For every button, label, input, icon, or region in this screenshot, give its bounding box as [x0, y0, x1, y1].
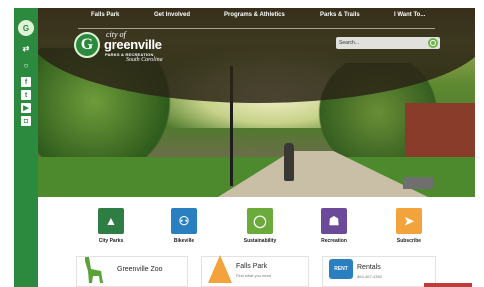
search-icon[interactable]: ○ — [19, 59, 33, 71]
search-input[interactable] — [339, 37, 419, 49]
paper-plane-icon: ➤ — [396, 208, 422, 234]
card-title: Rentals — [357, 264, 381, 271]
nav-falls-park[interactable]: Falls Park — [91, 12, 119, 18]
nav-programs-athletics[interactable]: Programs & Athletics — [224, 12, 285, 18]
twitter-icon[interactable]: t — [21, 90, 31, 100]
social-sidebar: G ⇄ ○ f t ▶ ◘ — [14, 8, 38, 287]
quick-link-recreation[interactable]: ☗ Recreation — [306, 208, 362, 244]
nav-divider — [78, 28, 435, 29]
card-title: Greenville Zoo — [117, 266, 163, 273]
search-button-icon[interactable] — [428, 38, 438, 48]
card-title: Falls Park — [236, 263, 268, 270]
card-falls-park[interactable]: Falls Park Find what you need — [201, 255, 309, 287]
nav-get-involved[interactable]: Get Involved — [154, 12, 190, 18]
nav-parks-trails[interactable]: Parks & Trails — [320, 12, 360, 18]
quick-link-label: City Parks — [98, 238, 124, 244]
quick-link-city-parks[interactable]: ▲ City Parks — [83, 208, 139, 244]
logo-icon[interactable]: G — [18, 20, 34, 36]
top-nav: Falls Park Get Involved Programs & Athle… — [38, 8, 475, 29]
quick-link-label: Sustainability — [243, 238, 277, 244]
hero-bench — [403, 177, 433, 189]
tree-icon: ▲ — [98, 208, 124, 234]
quick-link-label: Recreation — [321, 238, 347, 244]
site-logo[interactable]: G city of greenville PARKS & RECREATION … — [74, 30, 184, 68]
giraffe-icon — [85, 257, 103, 283]
leaf-circle-icon: ◯ — [247, 208, 273, 234]
rent-icon: RENT — [329, 259, 353, 279]
quick-link-sustainability[interactable]: ◯ Sustainability — [232, 208, 288, 244]
people-icon: ☗ — [321, 208, 347, 234]
card-rentals[interactable]: RENT Rentals 864-467-4350 — [322, 256, 436, 287]
quick-link-label: Subscribe — [396, 238, 422, 244]
card-greenville-zoo[interactable]: Greenville Zoo — [76, 256, 188, 287]
greenville-g-icon: G — [74, 32, 100, 58]
search-box — [336, 37, 440, 49]
quick-link-label: Bikeville — [173, 238, 195, 244]
quick-link-subscribe[interactable]: ➤ Subscribe — [381, 208, 437, 244]
hero-jogger — [284, 143, 294, 181]
nav-i-want-to[interactable]: I Want To... — [394, 12, 425, 18]
quick-link-bikeville[interactable]: ⚇ Bikeville — [156, 208, 212, 244]
facebook-icon[interactable]: f — [21, 77, 31, 87]
bike-icon: ⚇ — [171, 208, 197, 234]
card-subtitle: Find what you need — [236, 273, 271, 278]
share-icon[interactable]: ⇄ — [19, 42, 33, 54]
logo-state: South Carolina — [126, 57, 163, 63]
logo-name: greenville — [104, 37, 162, 52]
instagram-icon[interactable]: ◘ — [21, 116, 31, 126]
corner-flag — [424, 283, 472, 287]
youtube-icon[interactable]: ▶ — [21, 103, 31, 113]
card-subtitle: 864-467-4350 — [357, 274, 382, 279]
falls-park-icon — [208, 255, 232, 283]
